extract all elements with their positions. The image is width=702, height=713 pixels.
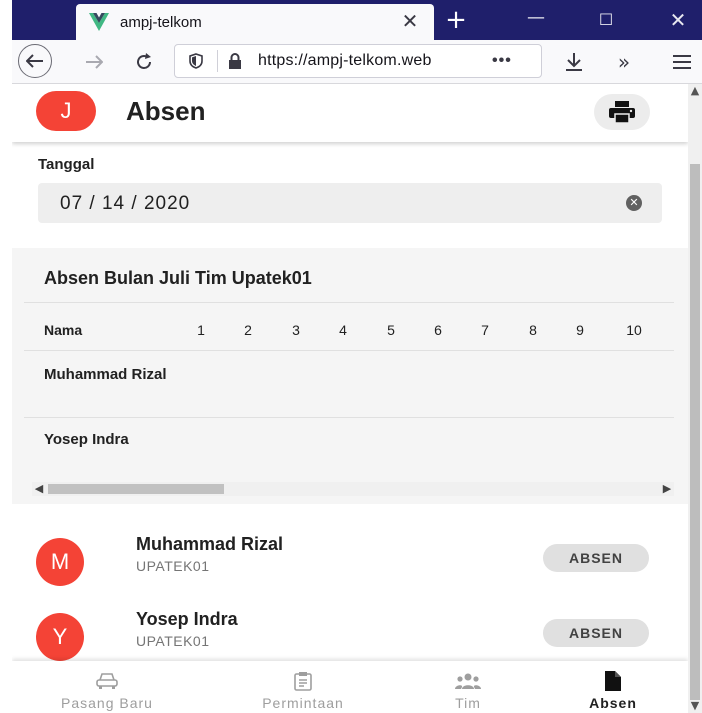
table-cell-name: Yosep Indra [44, 431, 129, 448]
nav-item-absen[interactable]: Absen [558, 661, 668, 713]
scroll-up-icon[interactable]: ▲ [690, 84, 700, 98]
vertical-scrollbar[interactable]: ▲ ▼ [688, 84, 702, 713]
column-header-day: 4 [339, 322, 347, 338]
column-header-day: 7 [481, 322, 489, 338]
scroll-left-icon[interactable]: ◀ [32, 482, 46, 496]
date-value[interactable]: 07 / 14 / 2020 [60, 193, 190, 215]
address-bar[interactable]: https://ampj-telkom.web ••• [174, 44, 542, 78]
column-header-day: 1 [197, 322, 205, 338]
nav-item-permintaan[interactable]: Permintaan [228, 661, 378, 713]
new-tab-button[interactable]: + [442, 6, 470, 34]
app-bar: J Absen [12, 84, 688, 142]
close-tab-icon[interactable]: ✕ [398, 10, 422, 34]
member-name: Yosep Indra [136, 609, 238, 629]
reload-button[interactable] [130, 48, 158, 76]
page-title: Absen [126, 96, 206, 126]
back-button[interactable] [18, 44, 52, 78]
car-icon [32, 669, 182, 693]
bottom-navigation: Pasang Baru Permintaan Tim Absen [12, 661, 688, 713]
column-header-day: 10 [626, 322, 642, 338]
table-divider [24, 350, 674, 351]
vue-logo-icon [88, 11, 110, 33]
table-divider [24, 302, 674, 303]
lock-icon[interactable] [228, 53, 246, 69]
table-divider [24, 417, 674, 418]
minimize-icon[interactable]: — [524, 8, 548, 32]
reload-icon [137, 53, 151, 69]
column-header-day: 2 [244, 322, 252, 338]
table-cell-name: Muhammad Rizal [44, 366, 167, 383]
browser-tab-bar: ampj-telkom ✕ + — ☐ ✕ [12, 0, 702, 40]
forward-button[interactable] [80, 48, 108, 76]
list-item: M Muhammad Rizal UPATEK01 ABSEN [12, 530, 688, 596]
member-team: UPATEK01 [136, 558, 210, 574]
printer-icon [609, 101, 635, 123]
shield-icon[interactable] [185, 53, 207, 69]
scroll-thumb[interactable] [48, 484, 224, 494]
url-separator [217, 50, 218, 72]
attendance-title: Absen Bulan Juli Tim Upatek01 [44, 268, 312, 288]
arrow-right-icon [86, 55, 103, 69]
nav-label: Permintaan [262, 695, 344, 711]
nav-label: Tim [455, 695, 481, 711]
member-avatar: Y [36, 613, 84, 661]
clipboard-icon [228, 669, 378, 693]
download-icon [566, 53, 582, 71]
people-icon [408, 669, 528, 693]
scroll-thumb[interactable] [690, 164, 700, 700]
print-button[interactable] [594, 94, 650, 130]
horizontal-scrollbar[interactable]: ◀ ▶ [32, 482, 674, 496]
page-viewport: J Absen Tanggal 07 / 14 / 2020 ✕ Absen B… [12, 84, 702, 713]
browser-toolbar: https://ampj-telkom.web ••• » [12, 40, 702, 84]
member-team: UPATEK01 [136, 633, 210, 649]
file-icon [558, 669, 668, 693]
user-avatar[interactable]: J [36, 91, 96, 131]
nav-item-pasang-baru[interactable]: Pasang Baru [32, 661, 182, 713]
column-header-day: 5 [387, 322, 395, 338]
column-header-nama: Nama [44, 322, 83, 338]
member-name: Muhammad Rizal [136, 534, 284, 554]
nav-label: Pasang Baru [61, 695, 153, 711]
date-input[interactable]: 07 / 14 / 2020 ✕ [38, 183, 662, 223]
date-label: Tanggal [38, 156, 95, 173]
arrow-left-icon [26, 54, 43, 68]
column-header-day: 6 [434, 322, 442, 338]
url-text[interactable]: https://ampj-telkom.web [258, 52, 488, 70]
window-close-icon[interactable]: ✕ [666, 8, 690, 32]
browser-tab[interactable]: ampj-telkom ✕ [76, 4, 434, 40]
column-header-day: 8 [529, 322, 537, 338]
nav-item-tim[interactable]: Tim [408, 661, 528, 713]
absen-button[interactable]: ABSEN [543, 619, 649, 647]
page-actions-menu[interactable]: ••• [492, 52, 512, 70]
column-header-day: 3 [292, 322, 300, 338]
clear-icon[interactable]: ✕ [626, 195, 642, 211]
column-header-day: 9 [576, 322, 584, 338]
scroll-right-icon[interactable]: ▶ [660, 482, 674, 496]
member-avatar: M [36, 538, 84, 586]
hamburger-menu-icon[interactable] [668, 48, 696, 76]
nav-label: Absen [589, 695, 637, 711]
absen-button[interactable]: ABSEN [543, 544, 649, 572]
overflow-button[interactable]: » [610, 48, 638, 76]
scroll-down-icon[interactable]: ▼ [690, 699, 700, 713]
maximize-icon[interactable]: ☐ [594, 8, 618, 32]
tab-title: ampj-telkom [120, 13, 202, 31]
download-button[interactable] [560, 48, 588, 76]
